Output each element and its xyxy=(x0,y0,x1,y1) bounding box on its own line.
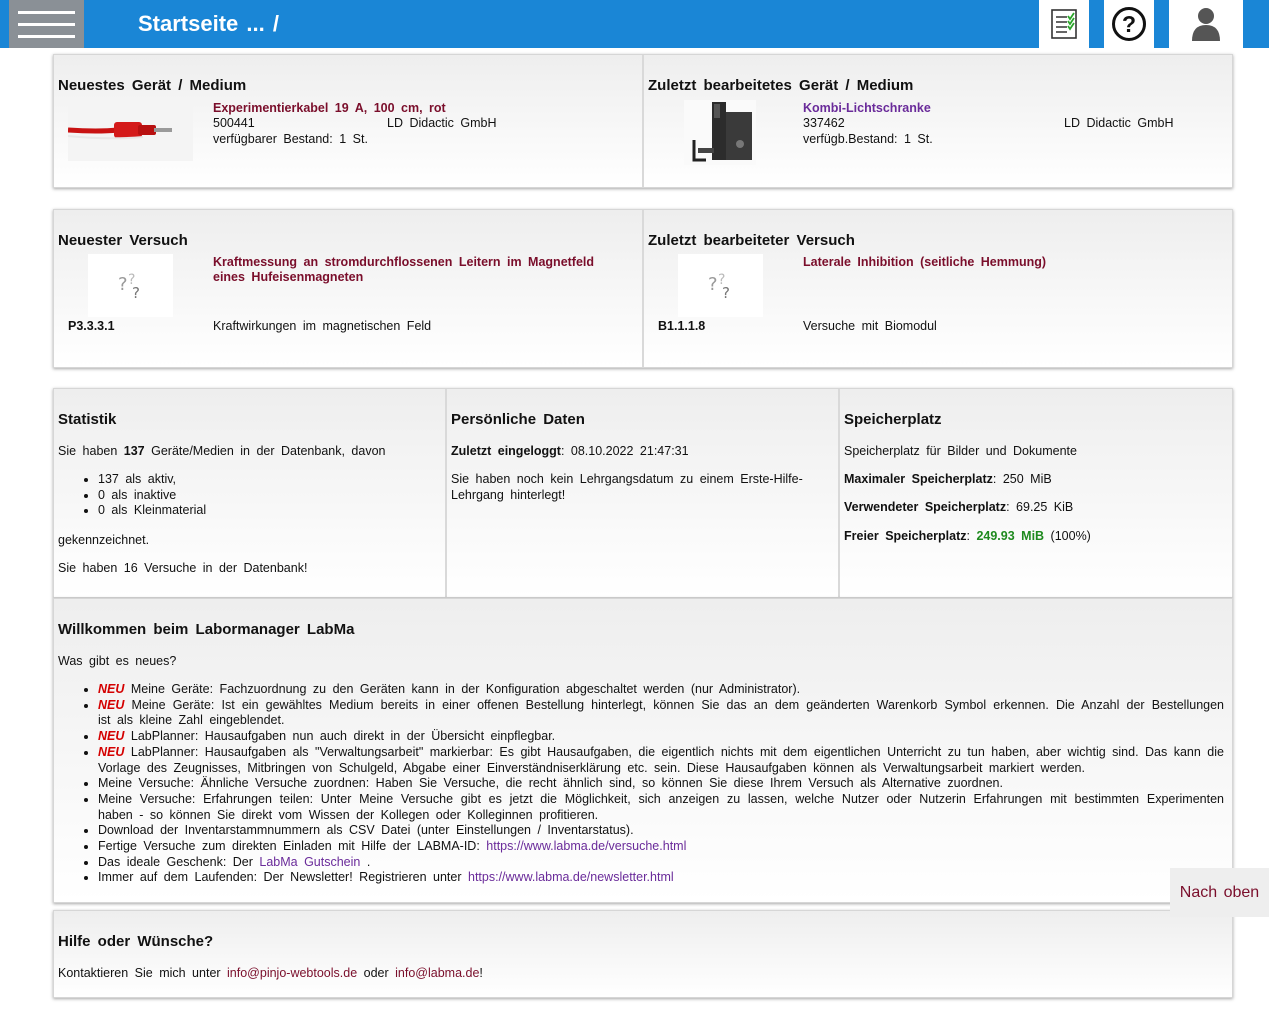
last-device-panel: Zuletzt bearbeitetes Gerät / Medium Komb… xyxy=(644,55,1232,187)
device-name-link[interactable]: Experimentierkabel 19 A, 100 cm, rot xyxy=(213,101,446,115)
lightbarrier-image xyxy=(684,100,756,165)
personal-panel: Persönliche Daten Zuletzt eingeloggt: 08… xyxy=(447,389,840,597)
experiment-name-link[interactable]: Kraftmessung an stromdurchflossenen Leit… xyxy=(213,255,613,285)
list-item: Meine Versuche: Erfahrungen teilen: Unte… xyxy=(98,792,1224,823)
newest-device-panel: Neuestes Gerät / Medium Experimentierkab… xyxy=(54,55,644,187)
user-icon xyxy=(1192,8,1220,41)
svg-text:?: ? xyxy=(1122,11,1136,37)
experiment-topic: Versuche mit Biomodul xyxy=(803,319,937,333)
storage-used: Verwendeter Speicherplatz: 69.25 KiB xyxy=(844,500,1074,514)
news-list: NEU Meine Geräte: Fachzuordnung zu den G… xyxy=(58,682,1228,886)
panel-title: Hilfe oder Wünsche? xyxy=(58,933,214,950)
svg-text:?: ? xyxy=(118,274,128,295)
user-button[interactable] xyxy=(1169,0,1243,48)
lightbarrier-thumbnail[interactable] xyxy=(684,100,756,165)
device-maker: LD Didactic GmbH xyxy=(387,116,497,130)
cable-thumbnail[interactable] xyxy=(67,100,193,161)
experiment-name-link[interactable]: Laterale Inhibition (seitliche Hemmung) xyxy=(803,255,1046,269)
mail-link-labma[interactable]: info@labma.de xyxy=(395,966,479,980)
newsletter-link[interactable]: https://www.labma.de/newsletter.html xyxy=(468,870,674,884)
panel-title: Zuletzt bearbeitetes Gerät / Medium xyxy=(648,77,914,94)
versuche-link[interactable]: https://www.labma.de/versuche.html xyxy=(486,839,686,853)
stats-intro: Sie haben 137 Geräte/Medien in der Daten… xyxy=(58,444,386,458)
device-number: 500441 xyxy=(213,116,255,130)
svg-text:?: ? xyxy=(708,274,718,295)
panel-title: Persönliche Daten xyxy=(451,411,585,428)
list-item: NEU Meine Geräte: Ist ein gewähltes Medi… xyxy=(98,698,1224,729)
stats-marked: gekennzeichnet. xyxy=(58,533,150,547)
experiment-code: B1.1.1.8 xyxy=(658,319,706,333)
panel-title: Statistik xyxy=(58,411,117,428)
top-bar: Startseite ... / ? xyxy=(0,0,1269,48)
storage-panel: Speicherplatz Speicherplatz für Bilder u… xyxy=(840,389,1232,597)
experiment-code: P3.3.3.1 xyxy=(68,319,115,333)
cable-image xyxy=(67,100,193,161)
welcome-panel: Willkommen beim Labormanager LabMa Was g… xyxy=(54,599,1232,902)
first-aid-note: Sie haben noch kein Lehrgangsdatum zu ei… xyxy=(451,472,803,502)
device-stock: verfügbarer Bestand: 1 St. xyxy=(213,132,368,146)
svg-text:?: ? xyxy=(132,284,140,302)
panel-title: Willkommen beim Labormanager LabMa xyxy=(58,621,355,638)
help-circle-icon: ? xyxy=(1112,7,1146,41)
info-row: Statistik Sie haben 137 Geräte/Medien in… xyxy=(53,388,1233,598)
device-maker: LD Didactic GmbH xyxy=(1064,116,1174,130)
list-item: Immer auf dem Laufenden: Der Newsletter!… xyxy=(98,870,1224,886)
panel-title: Speicherplatz xyxy=(844,411,942,428)
stats-list: 137 als aktiv, 0 als inaktive 0 als Klei… xyxy=(58,472,206,519)
last-experiment-panel: Zuletzt bearbeiteter Versuch ? ? ? Later… xyxy=(644,210,1232,367)
back-to-top-button[interactable]: Nach oben xyxy=(1170,868,1269,917)
panel-title: Zuletzt bearbeiteter Versuch xyxy=(648,232,855,249)
unknown-image-icon: ? ? ? xyxy=(118,272,140,302)
panel-title: Neuester Versuch xyxy=(58,232,188,249)
last-login: Zuletzt eingeloggt: 08.10.2022 21:47:31 xyxy=(451,444,689,458)
storage-max: Maximaler Speicherplatz: 250 MiB xyxy=(844,472,1052,486)
list-item: Das ideale Geschenk: Der LabMa Gutschein… xyxy=(98,855,1224,871)
device-name-link[interactable]: Kombi-Lichtschranke xyxy=(803,101,931,115)
welcome-row: Willkommen beim Labormanager LabMa Was g… xyxy=(53,598,1233,903)
help-contact: Kontaktieren Sie mich unter info@pinjo-w… xyxy=(58,966,483,980)
storage-free: Freier Speicherplatz: 249.93 MiB (100%) xyxy=(844,529,1091,543)
list-item: 0 als Kleinmaterial xyxy=(98,503,206,519)
newest-experiment-panel: Neuester Versuch ? ? ? Kraftmessung an s… xyxy=(54,210,644,367)
hamburger-icon[interactable] xyxy=(9,0,84,48)
device-number: 337462 xyxy=(803,116,845,130)
experiment-topic: Kraftwirkungen im magnetischen Feld xyxy=(213,319,432,333)
panel-title: Neuestes Gerät / Medium xyxy=(58,77,247,94)
help-row: Hilfe oder Wünsche? Kontaktieren Sie mic… xyxy=(53,910,1233,998)
mail-link-pinjo[interactable]: info@pinjo-webtools.de xyxy=(227,966,357,980)
experiment-placeholder-image[interactable]: ? ? ? xyxy=(678,254,763,317)
checklist-button[interactable] xyxy=(1039,0,1089,48)
experiment-placeholder-image[interactable]: ? ? ? xyxy=(88,254,173,317)
list-item: NEU LabPlanner: Hausaufgaben nun auch di… xyxy=(98,729,1224,745)
unknown-image-icon: ? ? ? xyxy=(708,272,730,302)
list-item: 0 als inaktive xyxy=(98,488,206,504)
experiments-row: Neuester Versuch ? ? ? Kraftmessung an s… xyxy=(53,209,1233,368)
gutschein-link[interactable]: LabMa Gutschein xyxy=(259,855,360,869)
storage-desc: Speicherplatz für Bilder und Dokumente xyxy=(844,444,1077,458)
list-item: Download der Inventarstammnummern als CS… xyxy=(98,823,1224,839)
list-item: NEU LabPlanner: Hausaufgaben als "Verwal… xyxy=(98,745,1224,776)
welcome-subtitle: Was gibt es neues? xyxy=(58,654,177,668)
help-button[interactable]: ? xyxy=(1104,0,1154,48)
statistics-panel: Statistik Sie haben 137 Geräte/Medien in… xyxy=(54,389,447,597)
checklist-icon xyxy=(1051,9,1077,39)
stats-experiments: Sie haben 16 Versuche in der Datenbank! xyxy=(58,561,308,575)
devices-row: Neuestes Gerät / Medium Experimentierkab… xyxy=(53,54,1233,188)
list-item: NEU Meine Geräte: Fachzuordnung zu den G… xyxy=(98,682,1224,698)
list-item: Fertige Versuche zum direkten Einladen m… xyxy=(98,839,1224,855)
help-panel: Hilfe oder Wünsche? Kontaktieren Sie mic… xyxy=(54,911,1232,997)
list-item: 137 als aktiv, xyxy=(98,472,206,488)
svg-text:?: ? xyxy=(722,284,730,302)
breadcrumb[interactable]: Startseite ... / xyxy=(138,11,279,37)
device-stock: verfügb.Bestand: 1 St. xyxy=(803,132,933,146)
list-item: Meine Versuche: Ähnliche Versuche zuordn… xyxy=(98,776,1224,792)
